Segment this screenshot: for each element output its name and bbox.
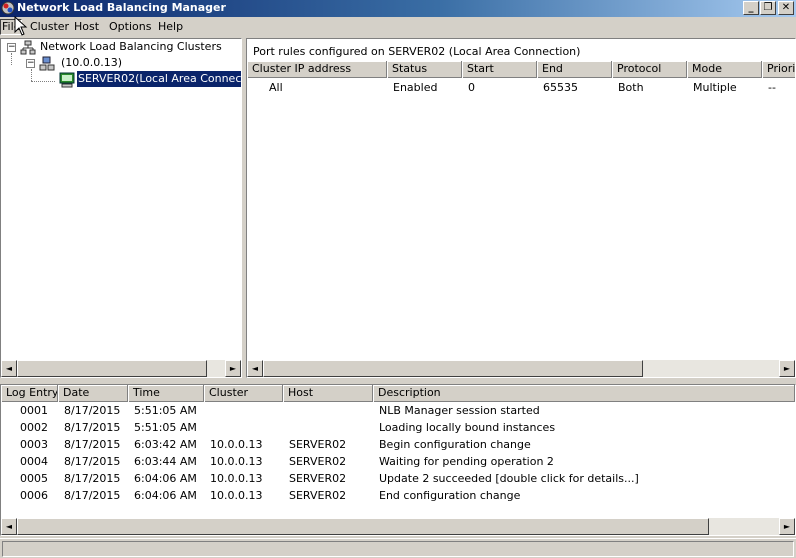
cell-description: NLB Manager session started: [379, 404, 540, 417]
cell-cluster: 10.0.0.13: [210, 489, 263, 502]
scroll-left-button[interactable]: ◄: [1, 360, 17, 377]
col-protocol[interactable]: Protocol: [612, 61, 687, 78]
cell-date: 8/17/2015: [64, 421, 121, 434]
window-title: Network Load Balancing Manager: [17, 1, 226, 14]
cell-log-entry: 0004: [20, 455, 48, 468]
col-description[interactable]: Description: [373, 385, 795, 402]
cell-description: Update 2 succeeded [double click for det…: [379, 472, 639, 485]
col-host[interactable]: Host: [283, 385, 373, 402]
cell-date: 8/17/2015: [64, 404, 121, 417]
menu-bar: File Cluster Host Options Help: [0, 17, 796, 37]
col-cluster[interactable]: Cluster: [204, 385, 283, 402]
tree-connector: [31, 81, 55, 82]
port-rules-hscrollbar[interactable]: ◄ ►: [247, 360, 795, 377]
cell-date: 8/17/2015: [64, 472, 121, 485]
col-log-entry[interactable]: Log Entry: [1, 385, 58, 402]
close-button[interactable]: ✕: [778, 1, 794, 15]
cell-host: SERVER02: [289, 472, 347, 485]
cell-date: 8/17/2015: [64, 455, 121, 468]
menu-cluster[interactable]: Cluster: [30, 20, 69, 34]
restore-button[interactable]: ❐: [760, 1, 776, 15]
cluster-network-icon: [20, 40, 36, 55]
cell-date: 8/17/2015: [64, 489, 121, 502]
cell-log-entry: 0002: [20, 421, 48, 434]
minimize-button[interactable]: _: [743, 1, 759, 15]
cell-log-entry: 0005: [20, 472, 48, 485]
cell-time: 5:51:05 AM: [134, 421, 197, 434]
cell-cluster: 10.0.0.13: [210, 472, 263, 485]
tree-expander-root[interactable]: −: [7, 43, 16, 52]
cell-description: End configuration change: [379, 489, 521, 502]
cell-cluster-ip: All: [269, 81, 283, 94]
tree-connector: [31, 69, 32, 81]
col-priority[interactable]: Priorit: [762, 61, 795, 78]
cell-date: 8/17/2015: [64, 438, 121, 451]
col-status[interactable]: Status: [387, 61, 462, 78]
tree-hscrollbar[interactable]: ◄ ►: [1, 360, 241, 377]
port-rules-caption: Port rules configured on SERVER02 (Local…: [253, 45, 581, 58]
scroll-right-button[interactable]: ►: [779, 518, 795, 535]
host-computer-icon: [59, 72, 75, 88]
cell-host: SERVER02: [289, 455, 347, 468]
cell-time: 6:03:42 AM: [134, 438, 197, 451]
menu-host[interactable]: Host: [74, 20, 99, 34]
log-header: Log Entry Date Time Cluster Host Descrip…: [1, 385, 795, 402]
cell-mode: Multiple: [693, 81, 737, 94]
cell-description: Loading locally bound instances: [379, 421, 556, 434]
cell-host: SERVER02: [289, 438, 347, 451]
col-start[interactable]: Start: [462, 61, 537, 78]
menu-options[interactable]: Options: [109, 20, 151, 34]
status-field: [2, 541, 794, 557]
status-bar: [0, 538, 796, 558]
menu-help[interactable]: Help: [158, 20, 183, 34]
cell-protocol: Both: [618, 81, 644, 94]
col-mode[interactable]: Mode: [687, 61, 762, 78]
log-pane: Log Entry Date Time Cluster Host Descrip…: [0, 384, 796, 536]
scroll-right-button[interactable]: ►: [225, 360, 241, 377]
cell-log-entry: 0001: [20, 404, 48, 417]
scroll-thumb[interactable]: [263, 360, 643, 377]
cell-time: 6:04:06 AM: [134, 489, 197, 502]
cell-priority: --: [768, 81, 776, 94]
cell-status: Enabled: [393, 81, 438, 94]
scroll-thumb[interactable]: [17, 518, 709, 535]
col-time[interactable]: Time: [128, 385, 204, 402]
port-rules-header: Cluster IP address Status Start End Prot…: [247, 61, 795, 78]
cell-description: Waiting for pending operation 2: [379, 455, 554, 468]
scroll-right-button[interactable]: ►: [779, 360, 795, 377]
cell-time: 6:03:44 AM: [134, 455, 197, 468]
cell-log-entry: 0003: [20, 438, 48, 451]
cell-description: Begin configuration change: [379, 438, 531, 451]
log-hscrollbar[interactable]: ◄ ►: [1, 518, 795, 535]
tree-connector: [11, 53, 12, 65]
cell-host: SERVER02: [289, 489, 347, 502]
cell-cluster: 10.0.0.13: [210, 438, 263, 451]
scroll-left-button[interactable]: ◄: [1, 518, 17, 535]
port-rules-pane: Port rules configured on SERVER02 (Local…: [246, 38, 796, 378]
col-cluster-ip[interactable]: Cluster IP address: [247, 61, 387, 78]
tree-node-root[interactable]: Network Load Balancing Clusters: [40, 39, 222, 55]
col-end[interactable]: End: [537, 61, 612, 78]
cell-log-entry: 0006: [20, 489, 48, 502]
cell-end: 65535: [543, 81, 578, 94]
tree-expander-cluster[interactable]: −: [26, 59, 35, 68]
nlb-app-icon: [1, 1, 15, 15]
cell-time: 5:51:05 AM: [134, 404, 197, 417]
cell-time: 6:04:06 AM: [134, 472, 197, 485]
cluster-icon: [39, 56, 55, 71]
title-bar[interactable]: Network Load Balancing Manager _ ❐ ✕: [0, 0, 796, 17]
tree-node-cluster[interactable]: (10.0.0.13): [61, 55, 122, 71]
scroll-left-button[interactable]: ◄: [247, 360, 263, 377]
scroll-thumb[interactable]: [17, 360, 207, 377]
cell-cluster: 10.0.0.13: [210, 455, 263, 468]
col-date[interactable]: Date: [58, 385, 128, 402]
cell-start: 0: [468, 81, 475, 94]
tree-node-host[interactable]: SERVER02(Local Area Connection: [75, 70, 241, 88]
mouse-pointer-icon: [14, 16, 28, 36]
cluster-tree-pane[interactable]: − Network Load Balancing Clusters − (10.…: [0, 38, 242, 378]
